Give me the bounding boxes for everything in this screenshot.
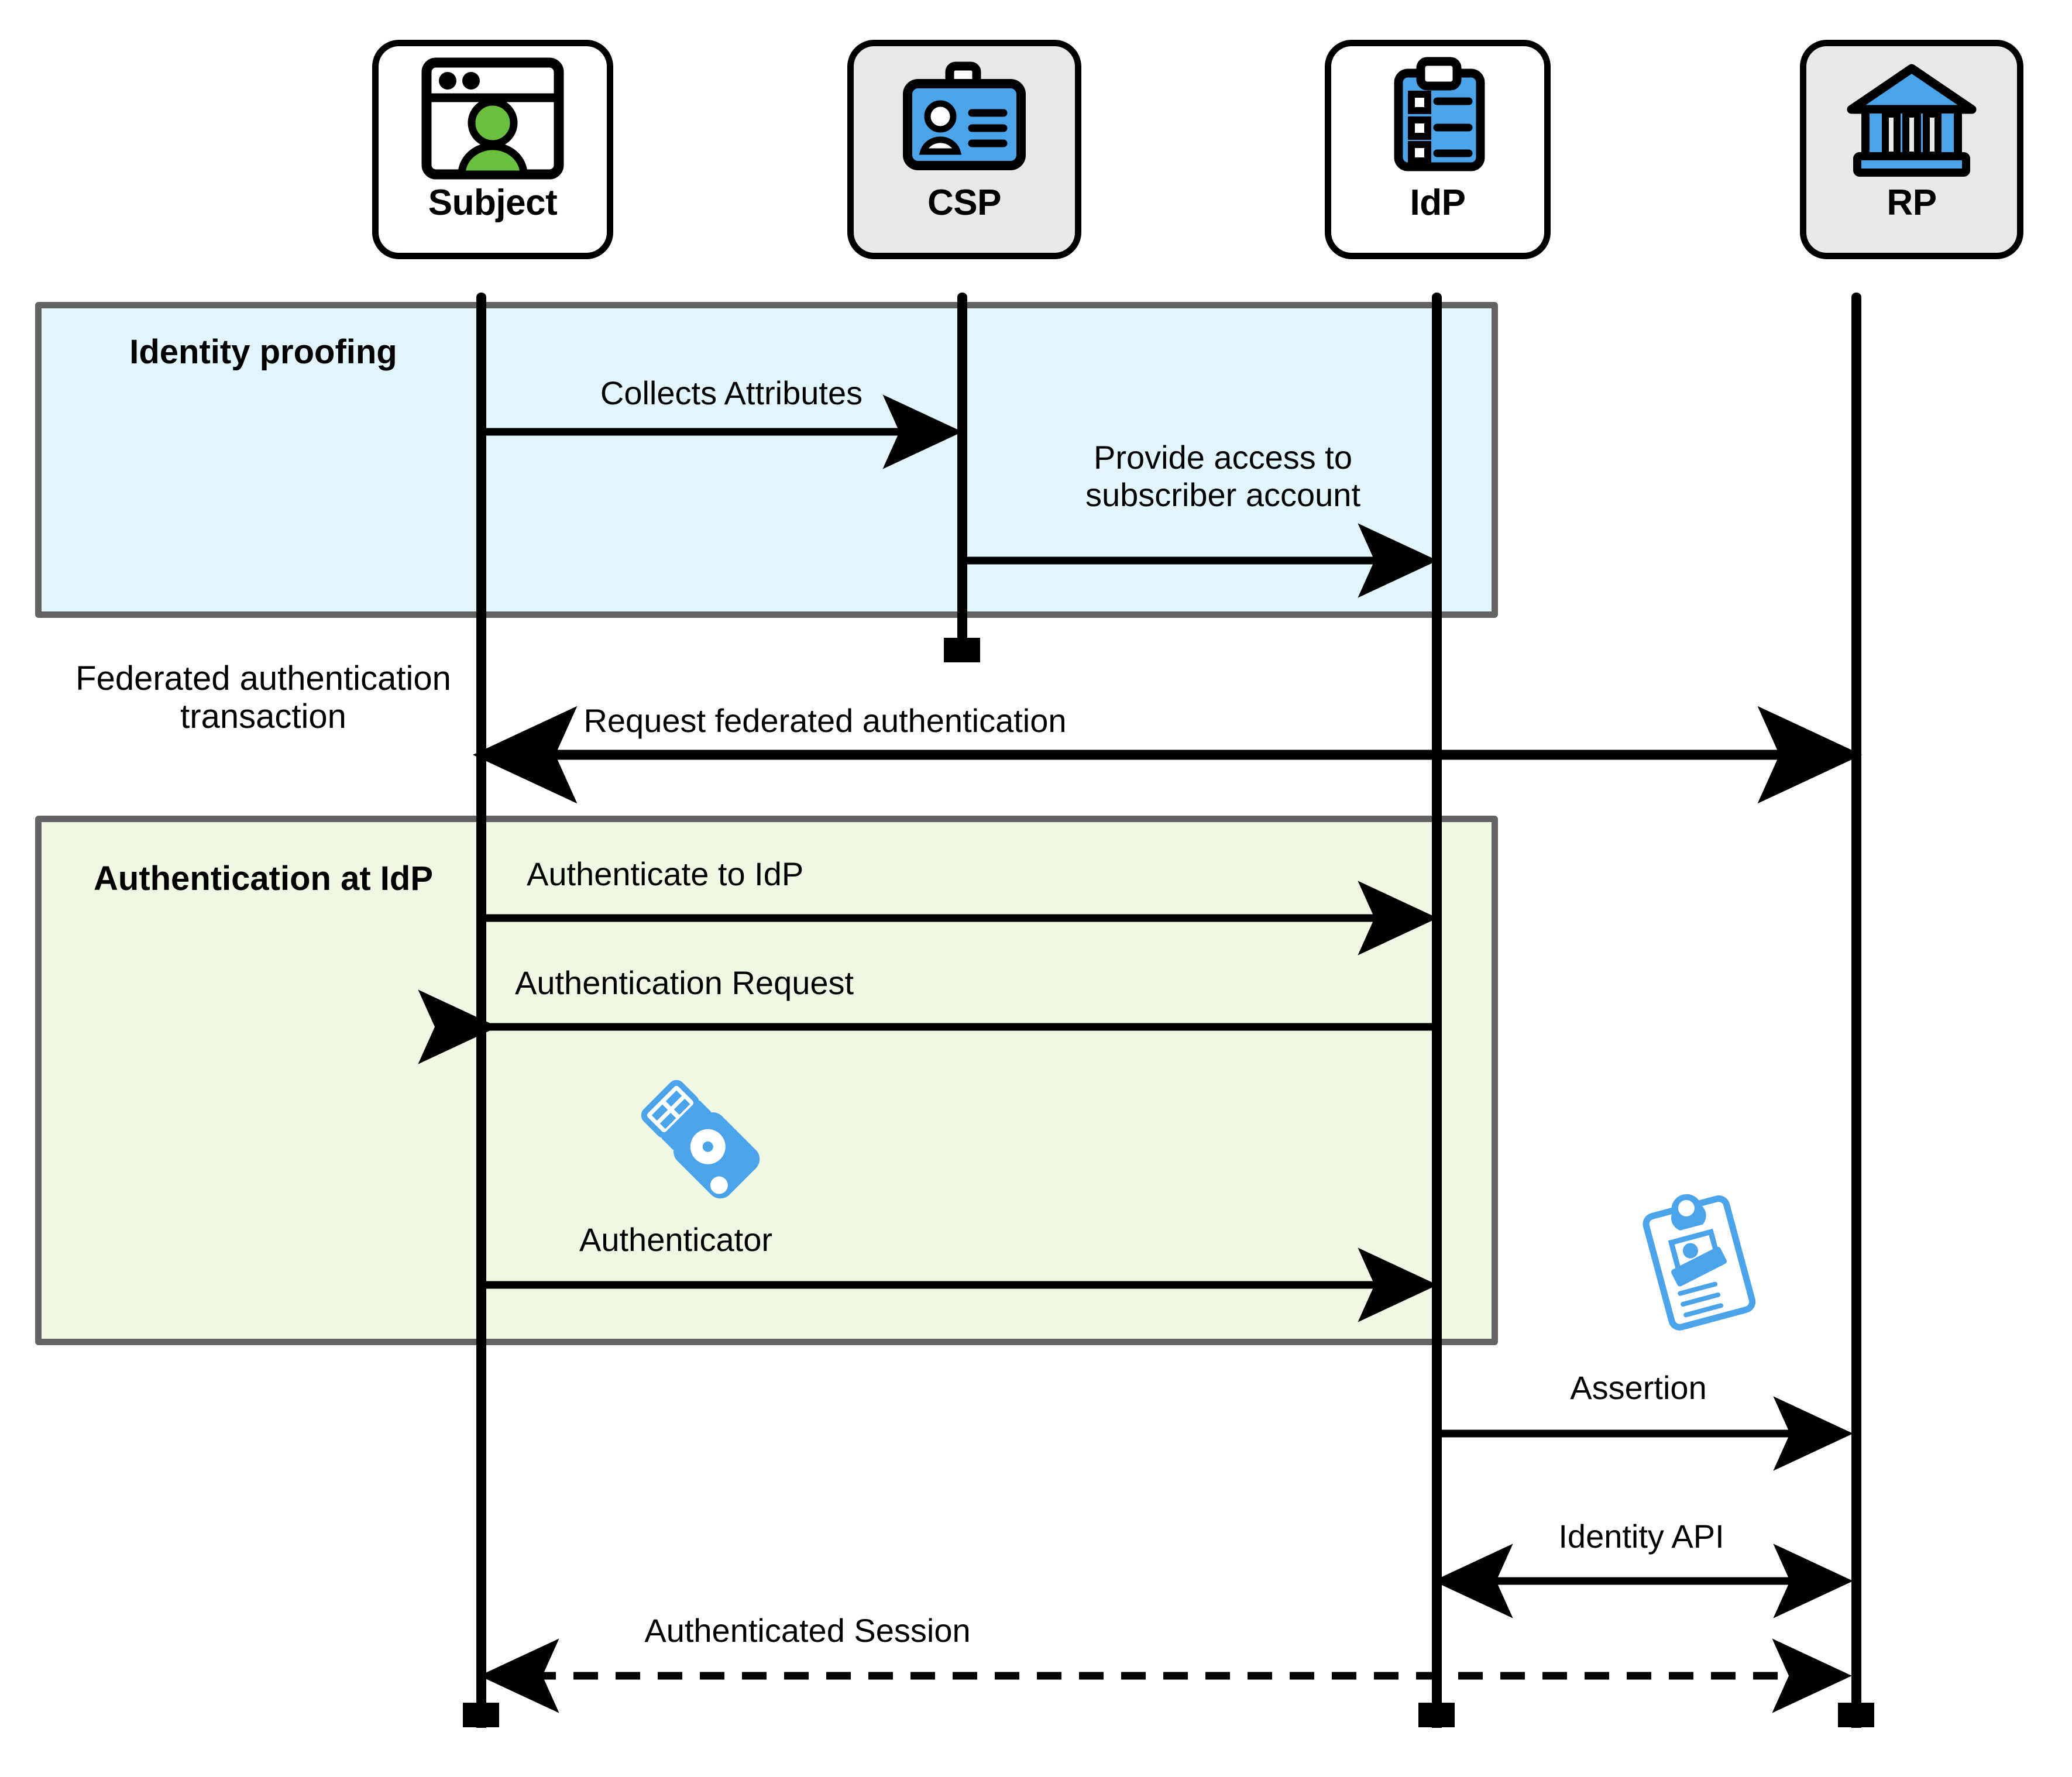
clipboard-checklist-icon [1331,56,1544,181]
sequence-diagram-canvas: Subject CSP IdP RP Identity proofing Fed… [0,0,2072,1777]
lifeline-subject [476,293,486,1728]
lifeline-rp [1851,293,1861,1728]
phase-label-federated-authentication-transaction: Federated authentication transaction [75,659,451,735]
msg-label-collects-attributes: Collects Attributes [600,374,863,411]
actor-rp[interactable]: RP [1800,40,2023,259]
msg-label-request-federated-authentication: Request federated authentication [583,702,1067,739]
phase-label-identity-proofing: Identity proofing [129,333,397,371]
usb-security-key-icon [609,1047,784,1223]
actor-idp-label: IdP [1410,183,1466,223]
msg-label-authentication-request: Authentication Request [515,964,854,1001]
lifeline-csp-cap [944,638,980,662]
lifeline-rp-cap [1838,1703,1874,1727]
actor-subject-label: Subject [428,183,558,223]
msg-label-authenticate-to-idp: Authenticate to IdP [527,855,804,892]
msg-label-authenticated-session: Authenticated Session [644,1612,971,1649]
actor-csp-label: CSP [927,183,1001,223]
msg-label-identity-api: Identity API [1558,1518,1724,1555]
msg-label-provide-access: Provide access to subscriber account [1085,439,1360,514]
bank-building-icon [1806,56,2017,181]
actor-csp[interactable]: CSP [847,40,1081,259]
lifeline-idp-cap [1418,1703,1455,1727]
msg-label-assertion: Assertion [1570,1369,1707,1406]
id-badge-card-icon [854,56,1075,181]
browser-window-person-icon [379,56,607,181]
actor-rp-label: RP [1887,183,1937,223]
actor-idp[interactable]: IdP [1325,40,1551,259]
lifeline-subject-cap [463,1703,499,1727]
phase-label-authentication-at-idp: Authentication at IdP [94,860,433,898]
lifeline-csp [957,293,967,661]
actor-subject[interactable]: Subject [372,40,613,259]
assertion-clipboard-icon [1621,1182,1779,1340]
msg-label-authenticator: Authenticator [579,1221,772,1258]
